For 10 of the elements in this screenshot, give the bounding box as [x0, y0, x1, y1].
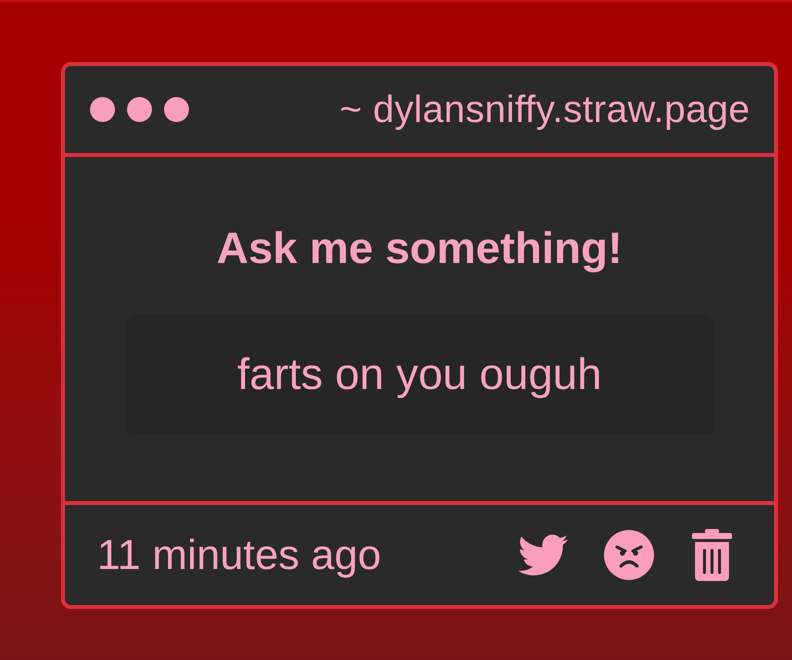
window-dot-icon [90, 97, 115, 122]
question-text: farts on you ouguh [237, 351, 602, 399]
window-title: ~ dylansniffy.straw.page [340, 88, 750, 132]
prompt-heading: Ask me something! [216, 226, 622, 272]
bird-icon[interactable] [518, 534, 568, 576]
window-dot-icon [127, 97, 152, 122]
angry-face-icon[interactable] [604, 530, 654, 580]
window-dot-icon [164, 97, 189, 122]
trash-icon[interactable] [692, 529, 732, 581]
timestamp: 11 minutes ago [97, 532, 382, 578]
